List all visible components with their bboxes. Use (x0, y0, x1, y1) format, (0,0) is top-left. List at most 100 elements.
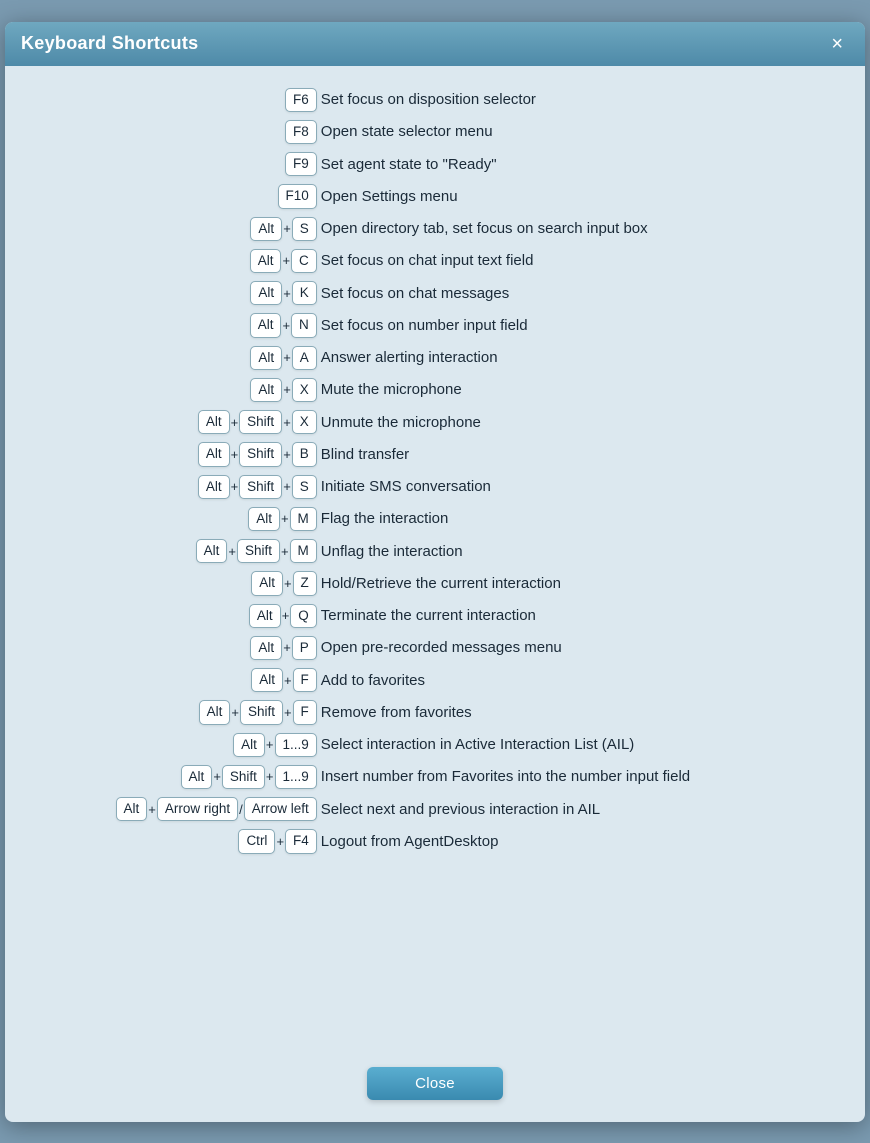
desc-cell: Open directory tab, set focus on search … (319, 213, 835, 245)
key-badge: M (290, 539, 317, 563)
shortcut-row: Alt+Shift+MUnflag the interaction (35, 535, 835, 567)
key-badge: X (292, 410, 317, 434)
key-cell: Alt+Z (35, 567, 319, 599)
shortcut-row: Alt+CSet focus on chat input text field (35, 245, 835, 277)
dialog-title: Keyboard Shortcuts (21, 33, 198, 54)
key-plus: + (283, 640, 291, 655)
key-cell: Alt+X (35, 374, 319, 406)
key-badge: M (290, 507, 317, 531)
desc-cell: Open state selector menu (319, 116, 835, 148)
key-cell: Alt+S (35, 213, 319, 245)
key-cell: Alt+Arrow right/Arrow left (35, 793, 319, 825)
key-plus: + (282, 318, 290, 333)
key-cell: F9 (35, 148, 319, 180)
key-badge: Shift (237, 539, 280, 563)
key-plus: + (283, 350, 291, 365)
desc-cell: Set focus on number input field (319, 309, 835, 341)
key-badge: Alt (250, 378, 282, 402)
key-badge: B (292, 442, 317, 466)
key-badge: Alt (250, 313, 282, 337)
key-badge: Shift (240, 700, 283, 724)
key-badge: Z (293, 571, 317, 595)
desc-cell: Open pre-recorded messages menu (319, 632, 835, 664)
key-badge: X (292, 378, 317, 402)
shortcut-row: Alt+Shift+1...9Insert number from Favori… (35, 761, 835, 793)
dialog-footer: Close (5, 1053, 865, 1122)
key-badge: Shift (239, 410, 282, 434)
key-cell: Alt+Shift+1...9 (35, 761, 319, 793)
key-badge: S (292, 475, 317, 499)
desc-cell: Hold/Retrieve the current interaction (319, 567, 835, 599)
key-badge: Shift (222, 765, 265, 789)
key-plus: + (148, 802, 156, 817)
key-badge: K (292, 281, 317, 305)
shortcut-row: Alt+AAnswer alerting interaction (35, 342, 835, 374)
key-badge: F8 (285, 120, 317, 144)
key-badge: Arrow right (157, 797, 238, 821)
key-cell: F6 (35, 84, 319, 116)
dialog-header: Keyboard Shortcuts × (5, 22, 865, 66)
desc-cell: Flag the interaction (319, 503, 835, 535)
key-badge: N (291, 313, 317, 337)
keyboard-shortcuts-dialog: Keyboard Shortcuts × F6Set focus on disp… (5, 22, 865, 1122)
shortcut-row: F9Set agent state to "Ready" (35, 148, 835, 180)
key-cell: Alt+A (35, 342, 319, 374)
key-badge: 1...9 (275, 733, 317, 757)
shortcut-row: F10Open Settings menu (35, 180, 835, 212)
key-cell: Alt+F (35, 664, 319, 696)
shortcut-row: Alt+NSet focus on number input field (35, 309, 835, 341)
key-cell: Alt+Shift+F (35, 696, 319, 728)
key-badge: F9 (285, 152, 317, 176)
shortcut-row: F6Set focus on disposition selector (35, 84, 835, 116)
shortcut-row: Alt+MFlag the interaction (35, 503, 835, 535)
key-cell: Alt+Shift+B (35, 438, 319, 470)
key-badge: Alt (249, 604, 281, 628)
key-cell: Alt+K (35, 277, 319, 309)
shortcut-row: Ctrl+F4Logout from AgentDesktop (35, 825, 835, 857)
desc-cell: Terminate the current interaction (319, 600, 835, 632)
desc-cell: Answer alerting interaction (319, 342, 835, 374)
key-badge: Shift (239, 442, 282, 466)
shortcut-row: Alt+1...9Select interaction in Active In… (35, 729, 835, 761)
shortcut-row: Alt+QTerminate the current interaction (35, 600, 835, 632)
desc-cell: Open Settings menu (319, 180, 835, 212)
key-badge: F (293, 668, 317, 692)
key-plus: + (283, 382, 291, 397)
key-cell: F10 (35, 180, 319, 212)
key-plus: + (231, 705, 239, 720)
desc-cell: Set focus on chat input text field (319, 245, 835, 277)
key-badge: Arrow left (244, 797, 317, 821)
desc-cell: Blind transfer (319, 438, 835, 470)
key-plus: + (284, 673, 292, 688)
key-plus: + (231, 415, 239, 430)
key-badge: Q (290, 604, 317, 628)
key-badge: Alt (250, 217, 282, 241)
desc-cell: Set agent state to "Ready" (319, 148, 835, 180)
key-badge: P (292, 636, 317, 660)
close-dialog-button[interactable]: Close (367, 1067, 503, 1100)
key-cell: Alt+N (35, 309, 319, 341)
shortcut-row: Alt+Shift+FRemove from favorites (35, 696, 835, 728)
key-badge: F6 (285, 88, 317, 112)
key-badge: Alt (250, 249, 282, 273)
key-cell: Alt+Shift+S (35, 471, 319, 503)
shortcut-row: Alt+XMute the microphone (35, 374, 835, 406)
key-plus: + (284, 705, 292, 720)
key-badge: C (291, 249, 317, 273)
desc-cell: Logout from AgentDesktop (319, 825, 835, 857)
close-button[interactable]: × (825, 32, 849, 56)
key-plus: + (283, 479, 291, 494)
key-badge: Alt (250, 346, 282, 370)
key-badge: A (292, 346, 317, 370)
key-cell: Alt+M (35, 503, 319, 535)
key-badge: Shift (239, 475, 282, 499)
key-plus: + (266, 769, 274, 784)
shortcut-row: Alt+ZHold/Retrieve the current interacti… (35, 567, 835, 599)
key-plus: + (281, 511, 289, 526)
key-plus: + (284, 576, 292, 591)
key-plus: + (213, 769, 221, 784)
key-plus: + (281, 544, 289, 559)
key-badge: Alt (198, 410, 230, 434)
key-cell: Alt+Shift+M (35, 535, 319, 567)
key-plus: + (228, 544, 236, 559)
